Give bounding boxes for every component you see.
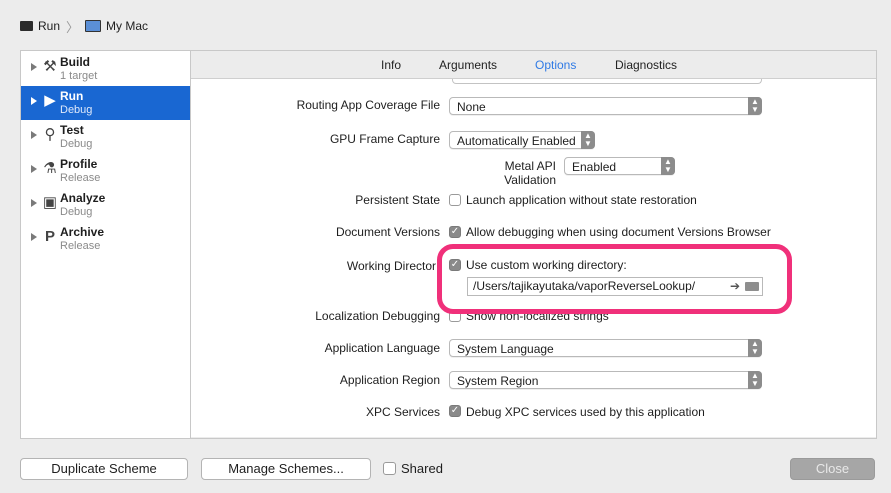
annotation-highlight-ring	[437, 244, 792, 314]
archive-icon: P	[44, 228, 55, 245]
xpc-services-label: XPC Services	[365, 405, 440, 419]
sidebar-item-label: Build	[60, 55, 90, 69]
sidebar-item-label: Test	[60, 123, 84, 137]
localization-debugging-label: Localization Debugging	[315, 309, 440, 323]
disclosure-triangle-icon[interactable]	[31, 199, 37, 207]
sidebar-item-sublabel: Debug	[60, 206, 93, 218]
metal-api-validation-label: Metal API Validation	[504, 159, 556, 187]
sidebar-item-sublabel: 1 target	[60, 70, 98, 82]
breadcrumb: Run 〉 My Mac	[20, 18, 148, 35]
application-language-popup[interactable]: System Language ▲ ▼	[449, 339, 762, 357]
shared-checkbox[interactable]	[383, 462, 396, 475]
play-icon: ▶	[44, 92, 56, 109]
document-versions-checkbox-label: Allow debugging when using document Vers…	[466, 225, 771, 239]
updown-arrows-icon: ▲ ▼	[748, 371, 762, 389]
persistent-state-label: Persistent State	[355, 193, 440, 207]
application-language-value: System Language	[457, 342, 554, 356]
sidebar-item-profile[interactable]: ⚗ Profile Release	[21, 154, 191, 188]
xpc-services-checkbox[interactable]: ✓	[449, 405, 461, 417]
sidebar-item-sublabel: Release	[60, 172, 101, 184]
tab-bar: Info Arguments Options Diagnostics	[190, 55, 877, 77]
disclosure-triangle-icon[interactable]	[31, 131, 37, 139]
sidebar-item-label: Archive	[60, 225, 105, 239]
close-button[interactable]: Close	[790, 458, 875, 480]
sidebar-item-label: Analyze	[60, 191, 106, 205]
document-versions-label: Document Versions	[335, 225, 440, 239]
application-language-label: Application Language	[324, 341, 440, 355]
gpu-frame-capture-label: GPU Frame Capture	[329, 132, 440, 146]
manage-schemes-button[interactable]: Manage Schemes...	[201, 458, 371, 480]
wrench-icon: ⚲	[44, 126, 56, 143]
disclosure-triangle-icon[interactable]	[31, 97, 37, 105]
sidebar-item-label: Profile	[60, 157, 98, 171]
disclosure-triangle-icon[interactable]	[31, 233, 37, 241]
shared-checkbox-label: Shared	[401, 461, 443, 476]
sidebar-item-sublabel: Release	[60, 240, 101, 252]
duplicate-scheme-button[interactable]: Duplicate Scheme	[20, 458, 188, 480]
instruments-icon: ⚗	[43, 160, 57, 177]
application-region-value: System Region	[457, 374, 539, 388]
application-region-label: Application Region	[339, 373, 440, 387]
sidebar-item-sublabel: Debug	[60, 104, 93, 116]
sidebar-item-build[interactable]: ⚒ Build 1 target	[21, 52, 191, 86]
sidebar-item-label: Run	[60, 89, 84, 103]
breadcrumb-separator-icon: 〉	[66, 19, 80, 35]
updown-arrows-icon: ▲ ▼	[748, 97, 762, 115]
gpu-frame-capture-popup[interactable]: Automatically Enabled ▲ ▼	[449, 131, 595, 149]
persistent-state-checkbox-label: Launch application without state restora…	[466, 193, 697, 207]
tab-diagnostics[interactable]: Diagnostics	[615, 58, 677, 72]
breadcrumb-destination[interactable]: My Mac	[106, 19, 148, 33]
scrolled-popup-edge	[452, 79, 762, 84]
document-versions-checkbox[interactable]: ✓	[449, 226, 461, 238]
metal-api-validation-popup[interactable]: Enabled ▲ ▼	[564, 157, 675, 175]
disclosure-triangle-icon[interactable]	[31, 63, 37, 71]
analyze-icon: ▣	[42, 194, 58, 211]
updown-arrows-icon: ▲ ▼	[661, 157, 675, 175]
application-region-popup[interactable]: System Region ▲ ▼	[449, 371, 762, 389]
scheme-action-sidebar: ⚒ Build 1 target ▶ Run Debug ⚲ Test Debu…	[20, 50, 191, 439]
persistent-state-checkbox[interactable]	[449, 194, 461, 206]
breadcrumb-scheme[interactable]: Run	[38, 19, 60, 33]
routing-popup-value: None	[457, 100, 486, 114]
sidebar-item-archive[interactable]: P Archive Release	[21, 222, 191, 256]
routing-label: Routing App Coverage File	[296, 98, 440, 112]
tab-options[interactable]: Options	[535, 58, 576, 72]
disclosure-triangle-icon[interactable]	[31, 165, 37, 173]
updown-arrows-icon: ▲ ▼	[581, 131, 595, 149]
routing-popup[interactable]: None ▲ ▼	[449, 97, 762, 115]
sidebar-item-run[interactable]: ▶ Run Debug	[21, 86, 191, 120]
hammer-icon: ⚒	[43, 58, 57, 75]
gpu-popup-value: Automatically Enabled	[457, 134, 576, 148]
mac-icon	[85, 20, 102, 32]
updown-arrows-icon: ▲ ▼	[748, 339, 762, 357]
working-directory-label: Working Director	[346, 259, 436, 273]
sidebar-item-analyze[interactable]: ▣ Analyze Debug	[21, 188, 191, 222]
scheme-icon	[20, 21, 33, 31]
sidebar-item-sublabel: Debug	[60, 138, 93, 150]
xpc-services-checkbox-label: Debug XPC services used by this applicat…	[466, 405, 705, 419]
metal-popup-value: Enabled	[572, 160, 617, 174]
tab-info[interactable]: Info	[381, 58, 401, 72]
tab-arguments[interactable]: Arguments	[439, 58, 497, 72]
sidebar-item-test[interactable]: ⚲ Test Debug	[21, 120, 191, 154]
